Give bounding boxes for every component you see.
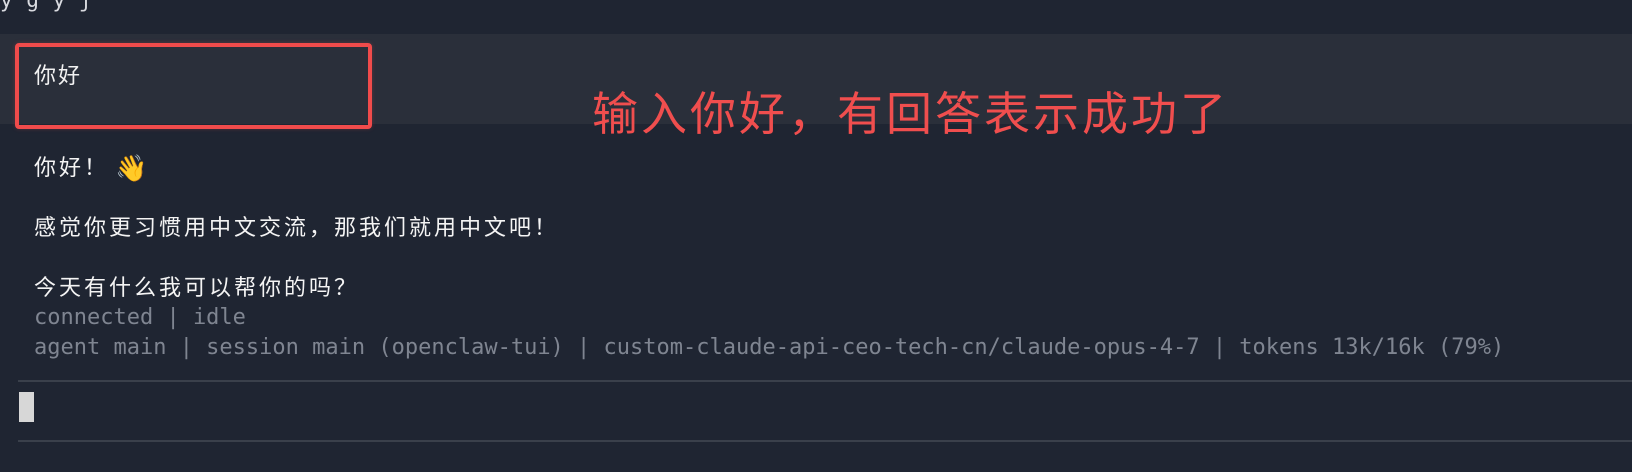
terminal-window: y g y j 你好 输入你好，有回答表示成功了 你好！ 👋 感觉你更习惯用中文交… xyxy=(0,0,1632,472)
connection-status: connected | idle xyxy=(34,305,246,330)
input-bottom-divider xyxy=(18,440,1632,442)
annotation-text: 输入你好，有回答表示成功了 xyxy=(592,87,1229,141)
waving-hand-icon: 👋 xyxy=(115,154,151,184)
session-details-status: agent main | session main (openclaw-tui)… xyxy=(34,335,1505,360)
input-cursor[interactable] xyxy=(19,392,34,422)
input-top-divider xyxy=(18,380,1632,382)
assistant-reply-line-3: 今天有什么我可以帮你的吗？ xyxy=(34,276,360,301)
assistant-reply-line-1: 你好！ 👋 xyxy=(34,154,150,184)
user-message-highlight-box xyxy=(15,43,372,129)
assistant-reply-line-2: 感觉你更习惯用中文交流，那我们就用中文吧！ xyxy=(34,216,560,241)
assistant-reply-greeting: 你好！ xyxy=(34,156,110,181)
cut-off-previous-output: y g y j xyxy=(0,0,93,12)
